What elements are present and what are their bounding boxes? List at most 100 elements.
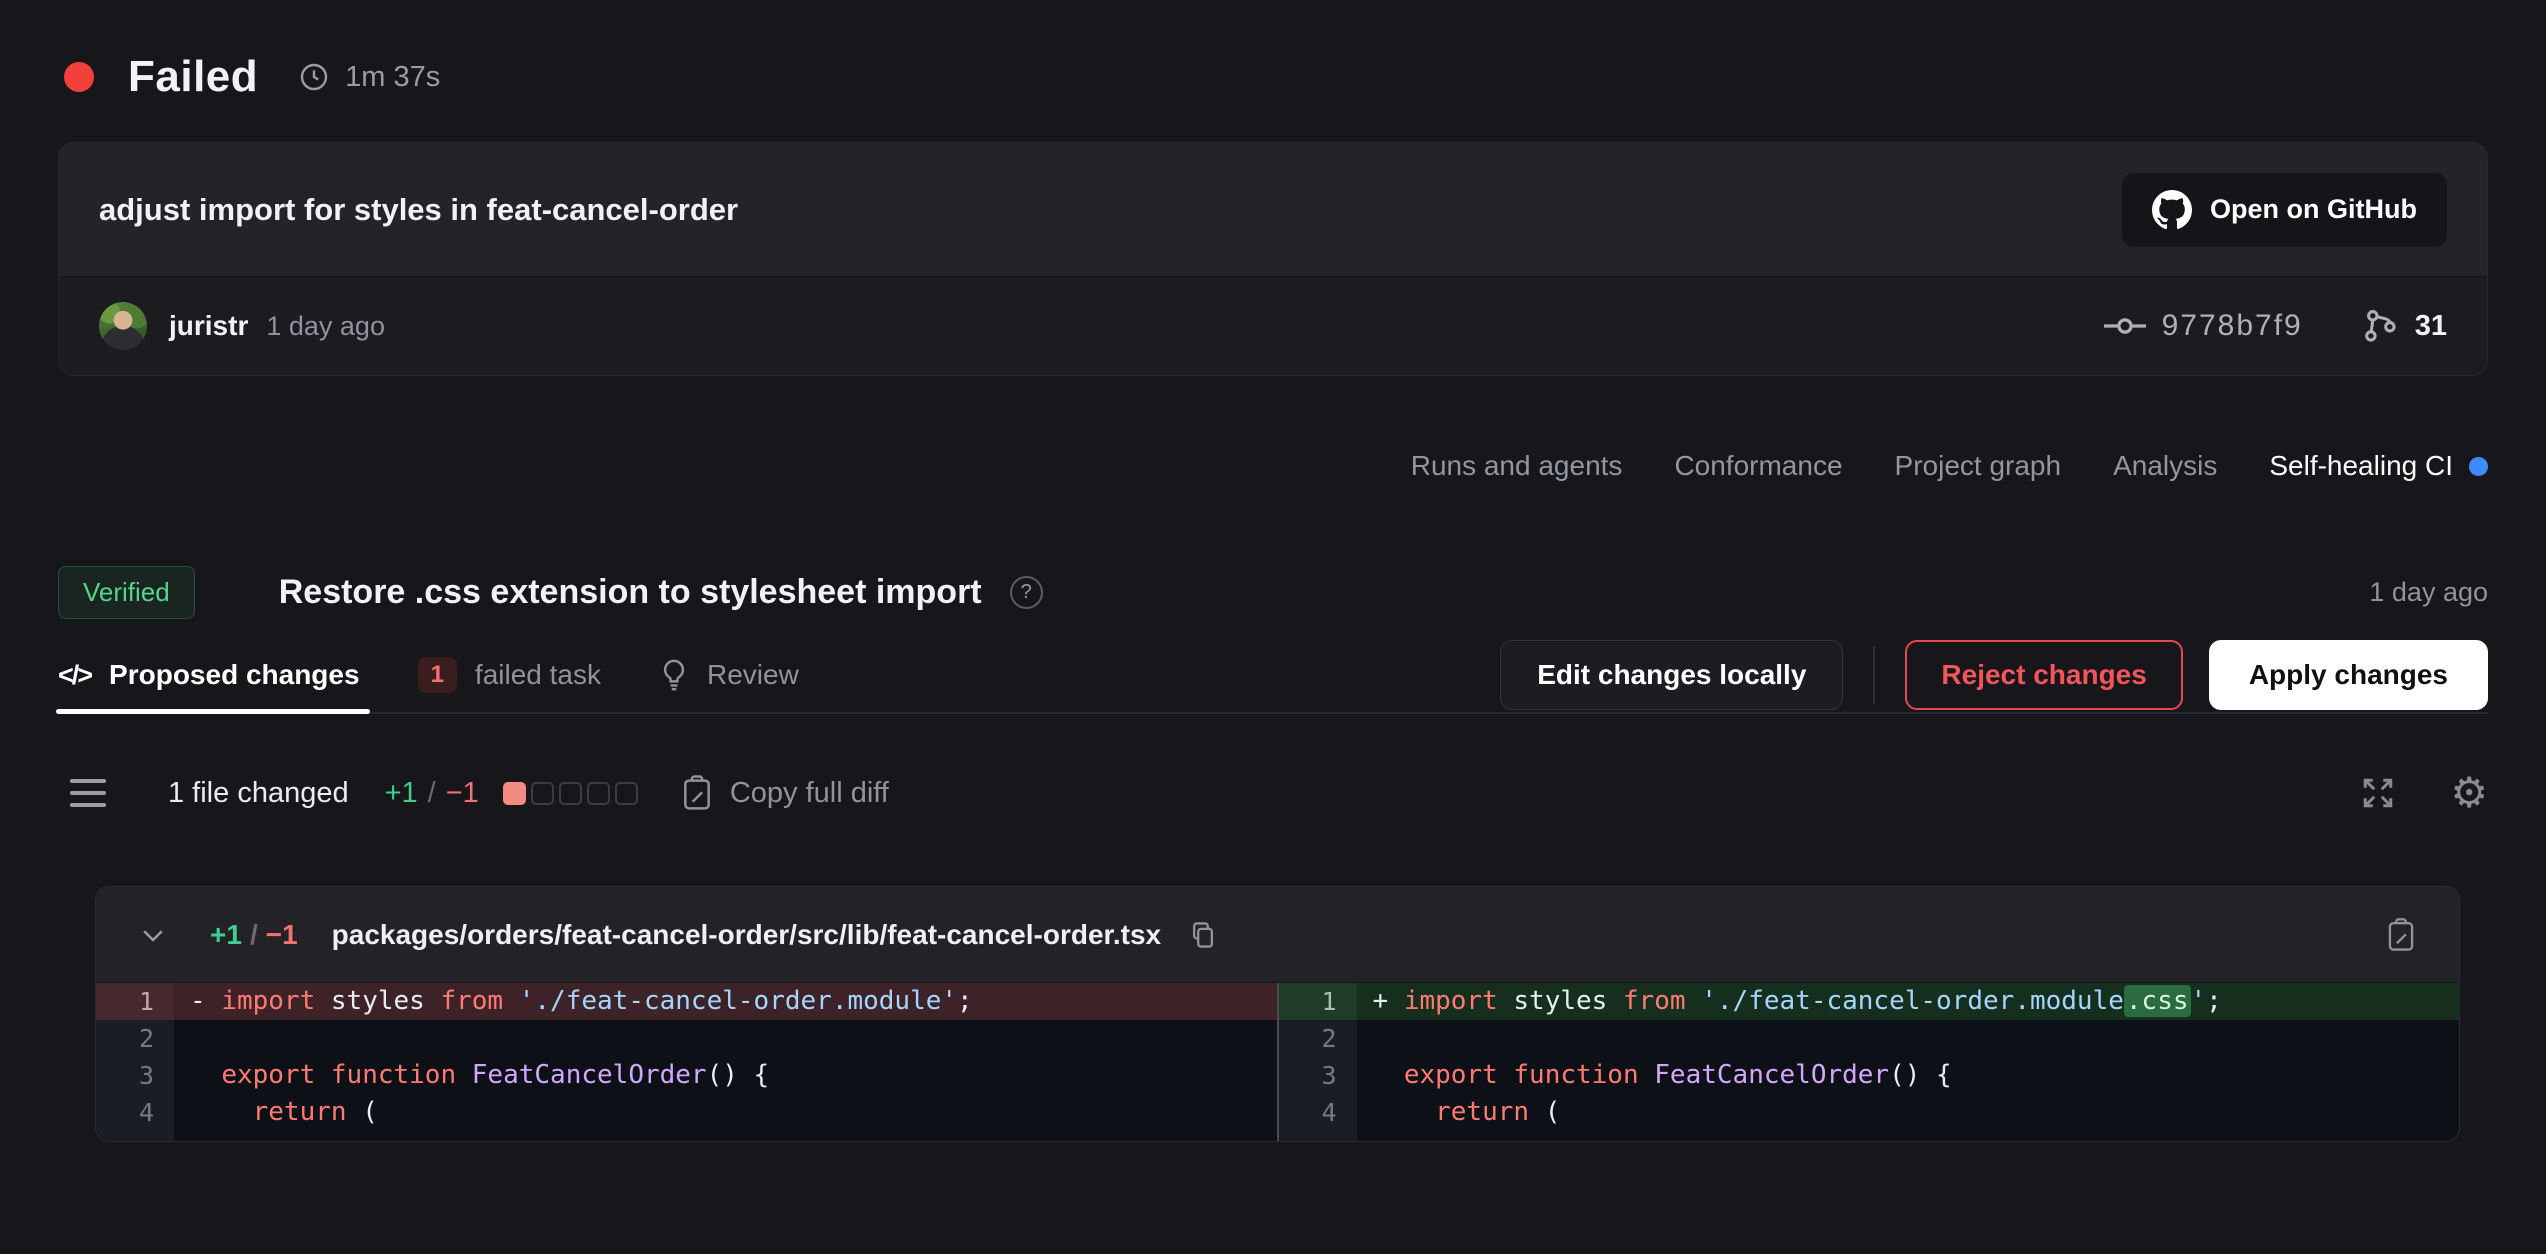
chevron-down-icon[interactable] [138, 920, 168, 950]
failed-task-count-badge: 1 [418, 657, 457, 693]
open-on-github-label: Open on GitHub [2210, 194, 2417, 225]
nav-tabs: Runs and agents Conformance Project graph A… [1411, 450, 2488, 482]
copy-full-diff-button[interactable]: Copy full diff [680, 774, 889, 812]
fix-title: Restore .css extension to stylesheet imp… [279, 573, 982, 612]
author-name[interactable]: juristr [169, 310, 248, 342]
run-status-row: Failed 1m 37s [64, 44, 440, 110]
line-number: 4 [96, 1094, 174, 1131]
nav-item-project-graph[interactable]: Project graph [1895, 450, 2062, 482]
clipboard-icon [680, 774, 714, 812]
diff-line: 4 return ( [1279, 1094, 2460, 1131]
diff-filler [96, 1131, 1277, 1141]
commit-meta: 9778b7f9 31 [2104, 307, 2447, 345]
nav-item-analysis[interactable]: Analysis [2113, 450, 2217, 482]
commit-title: adjust import for styles in feat-cancel-… [99, 192, 738, 228]
diff-block-indicator [503, 782, 638, 805]
commit-title-row: adjust import for styles in feat-cancel-… [59, 143, 2487, 277]
line-number: 1 [96, 983, 174, 1020]
code-content [1357, 1020, 2460, 1057]
branch-count[interactable]: 31 [2415, 310, 2447, 343]
git-branch-icon [2361, 307, 2399, 345]
fix-time-ago: 1 day ago [2369, 577, 2488, 608]
line-number: 4 [1279, 1094, 1357, 1131]
toolbar-separator: / [428, 777, 436, 810]
run-duration: 1m 37s [345, 61, 440, 94]
toolbar-additions: +1 [385, 777, 418, 810]
file-additions: +1 [210, 919, 242, 951]
github-icon [2152, 190, 2192, 230]
diff-block-square [615, 782, 638, 805]
diff-toolbar-right: ⚙ [2360, 772, 2488, 814]
nav-item-self-healing-ci[interactable]: Self-healing CI [2269, 450, 2488, 482]
diff-line: 1+ import styles from './feat-cancel-ord… [1279, 983, 2460, 1020]
line-number: 2 [1279, 1020, 1357, 1057]
code-content: + import styles from './feat-cancel-orde… [1357, 983, 2460, 1020]
tab-proposed-changes[interactable]: </> Proposed changes [58, 638, 360, 712]
tab-proposed-changes-label: Proposed changes [109, 659, 360, 691]
code-content: - import styles from './feat-cancel-orde… [174, 983, 1277, 1020]
commit-card: adjust import for styles in feat-cancel-… [58, 142, 2488, 376]
diff-pane-old: 1- import styles from './feat-cancel-ord… [96, 983, 1277, 1141]
fix-header: Verified Restore .css extension to style… [58, 564, 2488, 620]
toolbar-deletions: −1 [446, 777, 479, 810]
open-on-github-button[interactable]: Open on GitHub [2122, 173, 2447, 247]
commit-time-ago: 1 day ago [266, 311, 385, 342]
diff-toolbar: 1 file changed +1 / −1 Copy full diff ⚙ [70, 760, 2488, 826]
expand-icon[interactable] [2360, 775, 2396, 811]
copy-full-diff-label: Copy full diff [730, 777, 889, 810]
diff-block-square [587, 782, 610, 805]
branch-group: 31 [2361, 307, 2447, 345]
edit-changes-locally-button[interactable]: Edit changes locally [1500, 640, 1843, 710]
file-deletions: −1 [266, 919, 298, 951]
status-label: Failed [128, 52, 258, 102]
diff-line: 3 export function FeatCancelOrder() { [96, 1057, 1277, 1094]
diff-header-right [2385, 917, 2417, 953]
diff-file-path: packages/orders/feat-cancel-order/src/li… [332, 919, 1161, 951]
avatar [99, 302, 147, 350]
line-number: 2 [96, 1020, 174, 1057]
nav-item-runs-and-agents[interactable]: Runs and agents [1411, 450, 1623, 482]
tab-review-label: Review [707, 659, 799, 691]
diff-line: 3 export function FeatCancelOrder() { [1279, 1057, 2460, 1094]
help-icon[interactable]: ? [1010, 576, 1043, 609]
actions-divider [1873, 646, 1875, 704]
apply-changes-button[interactable]: Apply changes [2209, 640, 2488, 710]
diff-filler [1279, 1131, 2460, 1141]
line-number: 3 [96, 1057, 174, 1094]
status-failed-dot [64, 62, 94, 92]
tab-failed-task[interactable]: 1 failed task [418, 638, 601, 712]
diff-block-square [531, 782, 554, 805]
verified-badge: Verified [58, 566, 195, 619]
fix-actions: Edit changes locally Reject changes Appl… [1500, 640, 2488, 710]
reject-changes-button[interactable]: Reject changes [1905, 640, 2182, 710]
clock-icon [298, 61, 330, 93]
commit-author-row: juristr 1 day ago 9778b7f9 31 [59, 277, 2487, 375]
tab-review[interactable]: Review [659, 638, 799, 712]
commit-hash[interactable]: 9778b7f9 [2162, 309, 2303, 343]
diff-line: 1- import styles from './feat-cancel-ord… [96, 983, 1277, 1020]
diff-pane-new: 1+ import styles from './feat-cancel-ord… [1279, 983, 2460, 1141]
file-stat-separator: / [250, 919, 258, 951]
gear-icon[interactable]: ⚙ [2450, 772, 2488, 814]
tab-failed-task-label: failed task [475, 659, 601, 691]
commit-icon [2104, 314, 2146, 338]
diff-block-square [503, 782, 526, 805]
lightbulb-icon [659, 658, 689, 692]
code-content [174, 1020, 1277, 1057]
files-changed-label: 1 file changed [168, 777, 349, 810]
line-number: 3 [1279, 1057, 1357, 1094]
code-icon: </> [58, 660, 91, 691]
diff-line: 2 [96, 1020, 1277, 1057]
copy-diff-clipboard-icon[interactable] [2385, 917, 2417, 953]
code-content: export function FeatCancelOrder() { [174, 1057, 1277, 1094]
diff-block-square [559, 782, 582, 805]
code-content: return ( [174, 1094, 1277, 1131]
file-list-menu-icon[interactable] [70, 779, 106, 807]
diff-body: 1- import styles from './feat-cancel-ord… [96, 983, 2459, 1141]
code-content: return ( [1357, 1094, 2460, 1131]
diff-line: 2 [1279, 1020, 2460, 1057]
copy-path-icon[interactable] [1189, 920, 1217, 950]
nav-active-dot [2469, 457, 2488, 476]
nav-item-conformance[interactable]: Conformance [1674, 450, 1842, 482]
diff-file-header: +1 / −1 packages/orders/feat-cancel-orde… [96, 887, 2459, 983]
